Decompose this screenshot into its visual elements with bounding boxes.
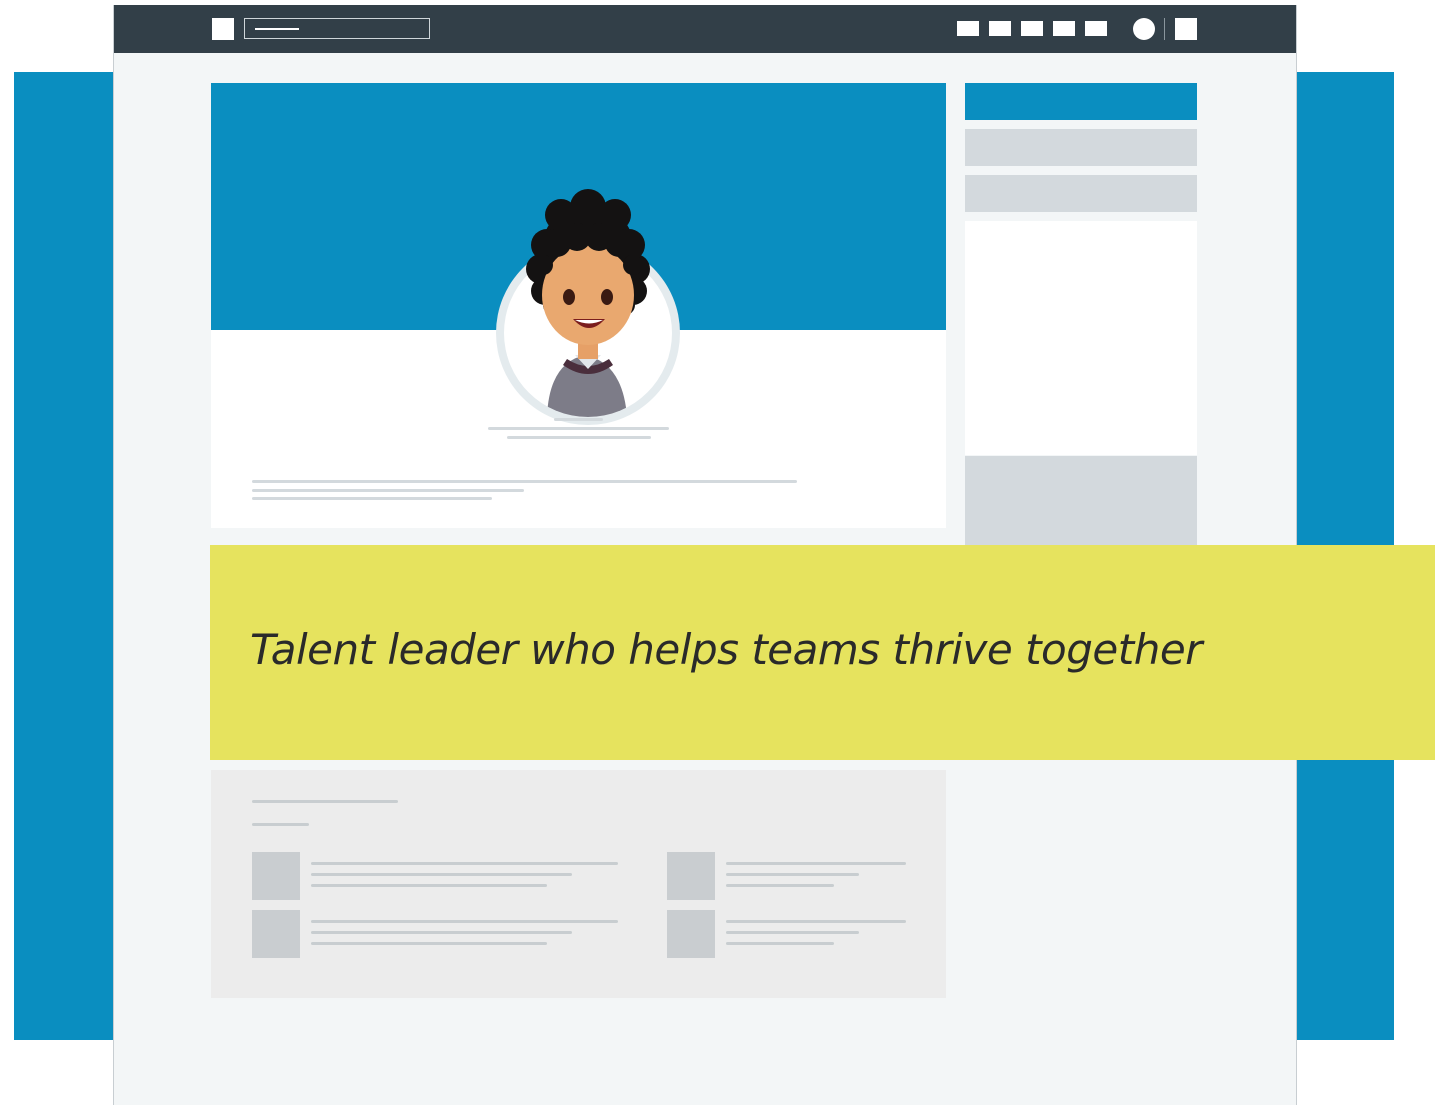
menu-square-icon[interactable] <box>1175 18 1197 40</box>
item-thumbnail <box>252 910 300 958</box>
section-subtitle-line <box>252 823 309 826</box>
name-line <box>554 418 603 421</box>
item-thumbnail <box>667 910 715 958</box>
item-line <box>726 920 906 923</box>
item-line <box>726 931 859 934</box>
search-input[interactable] <box>244 18 430 39</box>
location-line <box>507 436 651 439</box>
nav-icon[interactable] <box>1085 21 1107 36</box>
item-line <box>311 862 618 865</box>
divider <box>1164 18 1165 40</box>
headline-text: Talent leader who helps teams thrive tog… <box>250 625 1202 674</box>
item-line <box>311 884 547 887</box>
top-nav-bar <box>114 5 1296 53</box>
headline-banner: Talent leader who helps teams thrive tog… <box>210 545 1435 760</box>
section-title-line <box>252 800 398 803</box>
sidebar-item[interactable] <box>965 175 1197 212</box>
search-text-placeholder-icon <box>255 28 299 30</box>
item-line <box>311 873 572 876</box>
item-line <box>726 942 834 945</box>
item-line <box>726 862 906 865</box>
headline-line <box>488 427 669 430</box>
about-line <box>252 489 524 492</box>
item-line <box>311 920 618 923</box>
left-backdrop <box>14 72 114 1040</box>
logo-square-icon[interactable] <box>212 18 234 40</box>
item-line <box>726 884 834 887</box>
profile-card <box>211 83 946 528</box>
sidebar-panel <box>965 221 1197 455</box>
sidebar-active-item[interactable] <box>965 83 1197 120</box>
item-thumbnail <box>252 852 300 900</box>
sidebar-ad-panel <box>965 456 1197 556</box>
about-line <box>252 480 797 483</box>
nav-icon[interactable] <box>1021 21 1043 36</box>
item-thumbnail <box>667 852 715 900</box>
nav-icon[interactable] <box>989 21 1011 36</box>
nav-icon[interactable] <box>1053 21 1075 36</box>
profile-avatar <box>496 189 680 425</box>
item-line <box>311 931 572 934</box>
avatar-icon[interactable] <box>1133 18 1155 40</box>
about-line <box>252 497 492 500</box>
nav-icon[interactable] <box>957 21 979 36</box>
sidebar-item[interactable] <box>965 129 1197 166</box>
item-line <box>726 873 859 876</box>
experience-card <box>211 770 946 998</box>
item-line <box>311 942 547 945</box>
